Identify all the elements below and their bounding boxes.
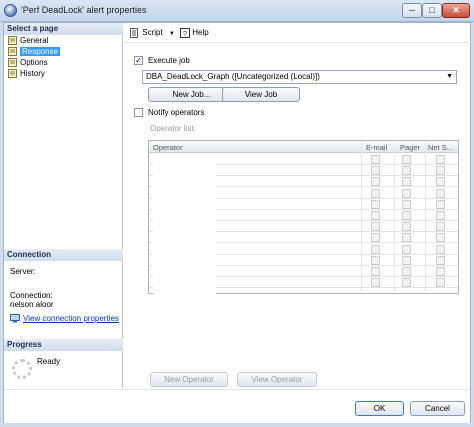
svg-text:?: ? (183, 31, 187, 38)
close-button[interactable]: ✕ (442, 3, 470, 18)
email-checkbox[interactable] (371, 188, 380, 198)
operator-grid: Operator E-mail Pager Net S... (148, 140, 459, 294)
page-item-label: General (20, 36, 49, 45)
pager-checkbox[interactable] (402, 255, 411, 265)
help-icon: ? (180, 27, 190, 38)
page-icon (8, 69, 17, 78)
email-checkbox[interactable] (371, 166, 380, 176)
column-email: E-mail (366, 143, 388, 152)
pager-checkbox[interactable] (402, 222, 411, 232)
pager-checkbox[interactable] (402, 188, 411, 198)
page-item-history[interactable]: History (4, 68, 123, 79)
toolbar: Script ▼ ? Help (124, 23, 471, 43)
grid-header: Operator E-mail Pager Net S... (149, 141, 458, 153)
column-pager: Pager (400, 143, 421, 152)
pager-checkbox[interactable] (402, 233, 411, 243)
net-send-checkbox[interactable] (436, 222, 445, 232)
app-icon (4, 4, 17, 17)
progress-header: Progress (4, 339, 123, 351)
net-send-checkbox[interactable] (436, 188, 445, 198)
execute-job-label: Execute job (148, 56, 190, 65)
page-item-options[interactable]: Options (4, 57, 123, 68)
view-operator-button[interactable]: View Operator (237, 372, 317, 387)
help-button[interactable]: ? Help (180, 27, 209, 39)
page-item-label: Options (20, 58, 48, 67)
dialog-body: Select a page General Response Options H… (3, 22, 471, 423)
cancel-button[interactable]: Cancel (410, 401, 465, 416)
server-label: Server: (10, 267, 36, 276)
email-checkbox[interactable] (371, 233, 380, 243)
column-operator: Operator (153, 143, 183, 152)
pager-checkbox[interactable] (402, 155, 411, 164)
email-checkbox[interactable] (371, 267, 380, 276)
net-send-checkbox[interactable] (436, 199, 445, 209)
email-checkbox[interactable] (371, 211, 380, 220)
net-send-checkbox[interactable] (436, 255, 445, 265)
title-bar: 'Perf DeadLock' alert properties ─ □ ✕ (0, 0, 474, 22)
page-item-label: History (20, 69, 45, 78)
net-send-checkbox[interactable] (436, 244, 445, 254)
page-item-label: Response (20, 47, 61, 56)
script-icon (130, 27, 138, 38)
email-checkbox[interactable] (371, 222, 380, 232)
pager-checkbox[interactable] (402, 211, 411, 220)
notify-operators-checkbox[interactable] (134, 108, 143, 117)
pager-checkbox[interactable] (402, 267, 411, 276)
dialog-footer: OK Cancel (4, 389, 470, 423)
page-icon (8, 47, 17, 56)
select-page-header: Select a page (4, 23, 123, 35)
main-pane: Script ▼ ? Help ✓ Execute job DBA_DeadLo… (124, 23, 471, 388)
view-job-button[interactable]: View Job (222, 87, 300, 102)
operator-names (153, 154, 216, 294)
progress-spinner-icon (12, 359, 32, 379)
email-checkbox[interactable] (371, 255, 380, 265)
pager-checkbox[interactable] (402, 166, 411, 176)
email-checkbox[interactable] (371, 177, 380, 187)
chevron-down-icon[interactable]: ▼ (446, 71, 453, 83)
job-select[interactable]: DBA_DeadLock_Graph ([Uncategorized (Loca… (142, 70, 457, 84)
view-connection-properties[interactable]: View connection properties (10, 314, 119, 323)
email-checkbox[interactable] (371, 155, 380, 164)
job-select-value: DBA_DeadLock_Graph ([Uncategorized (Loca… (146, 72, 320, 81)
pager-checkbox[interactable] (402, 199, 411, 209)
email-checkbox[interactable] (371, 199, 380, 209)
maximize-button[interactable]: □ (422, 3, 442, 18)
operator-list-label: Operator list: (150, 124, 196, 133)
chevron-down-icon[interactable]: ▼ (169, 31, 175, 37)
net-send-checkbox[interactable] (436, 267, 445, 276)
connection-header: Connection (4, 249, 123, 261)
pager-checkbox[interactable] (402, 278, 411, 288)
minimize-button[interactable]: ─ (402, 3, 422, 18)
page-icon (8, 58, 17, 67)
script-button[interactable]: Script ▼ (130, 27, 175, 40)
email-checkbox[interactable] (371, 278, 380, 288)
net-send-checkbox[interactable] (436, 155, 445, 164)
email-checkbox[interactable] (371, 244, 380, 254)
net-send-checkbox[interactable] (436, 278, 445, 288)
notify-operators-label: Notify operators (148, 108, 205, 117)
pager-checkbox[interactable] (402, 244, 411, 254)
connection-value: nelson aloor (10, 300, 54, 309)
net-send-checkbox[interactable] (436, 233, 445, 243)
page-item-response[interactable]: Response (4, 46, 123, 57)
new-operator-button[interactable]: New Operator (150, 372, 228, 387)
connection-label: Connection: (10, 291, 53, 300)
net-send-checkbox[interactable] (436, 177, 445, 187)
column-net-send: Net S... (428, 143, 454, 152)
script-label: Script (142, 28, 163, 37)
net-send-checkbox[interactable] (436, 211, 445, 220)
page-icon (8, 36, 17, 45)
page-list: General Response Options History (4, 35, 123, 79)
net-send-checkbox[interactable] (436, 166, 445, 176)
window-title: 'Perf DeadLock' alert properties (21, 5, 147, 15)
progress-status: Ready (37, 357, 61, 366)
page-item-general[interactable]: General (4, 35, 123, 46)
view-connection-link[interactable]: View connection properties (23, 314, 119, 323)
execute-job-checkbox[interactable]: ✓ (134, 56, 143, 65)
left-pane: Select a page General Response Options H… (4, 23, 123, 388)
pager-checkbox[interactable] (402, 177, 411, 187)
connection-icon (10, 314, 20, 323)
help-label: Help (192, 28, 209, 37)
ok-button[interactable]: OK (355, 401, 404, 416)
